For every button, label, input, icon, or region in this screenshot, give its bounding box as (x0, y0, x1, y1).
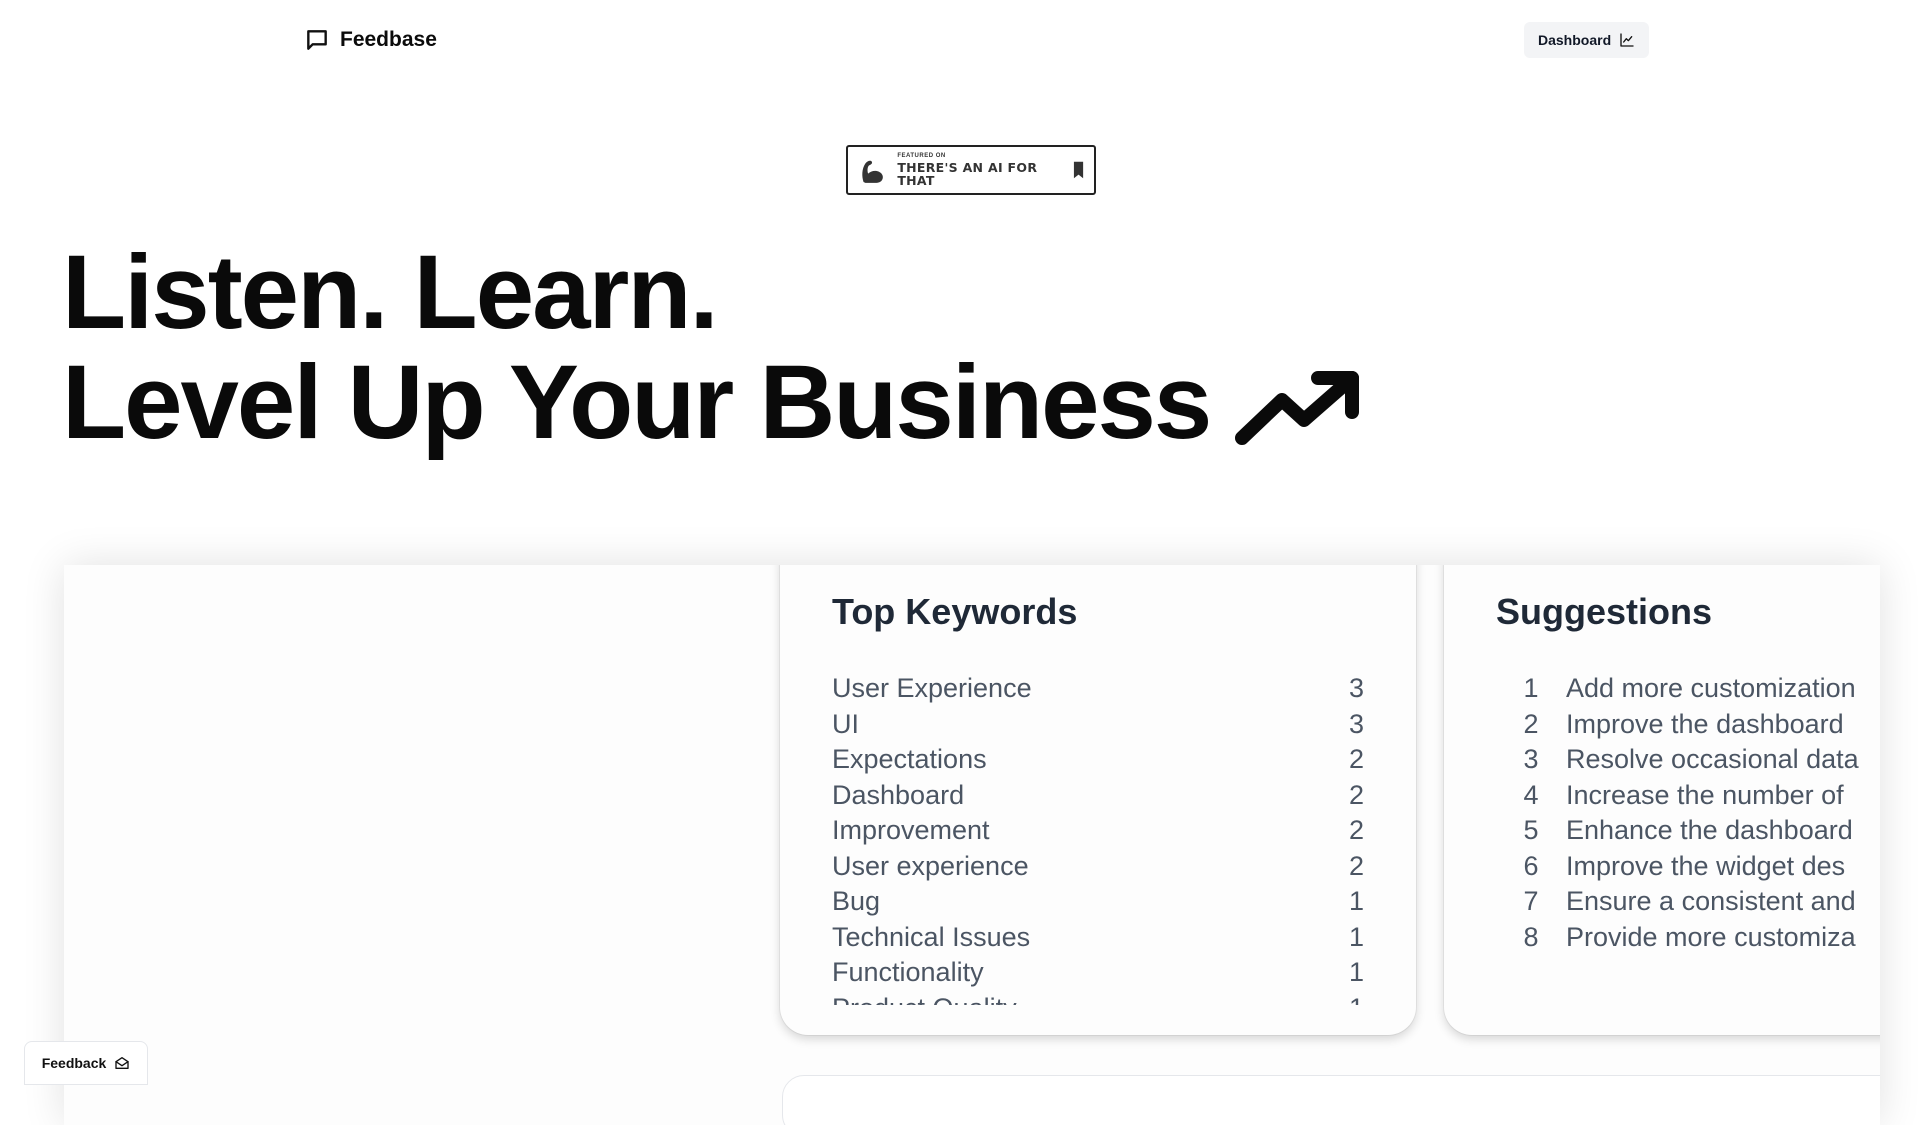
dashboard-button-label: Dashboard (1538, 32, 1612, 48)
keyword-label: Technical Issues (832, 921, 1031, 952)
suggestion-row: 3 Resolve occasional data (1496, 742, 1880, 778)
mail-open-icon (115, 1057, 129, 1069)
product-preview: Top Keywords User Experience 3 UI 3 Expect… (64, 565, 1880, 1125)
suggestion-row: 8 Provide more customiza (1496, 920, 1880, 956)
keyword-row: User experience 2 (832, 849, 1364, 885)
hero-line-2-wrap: Level Up Your Business (62, 348, 1364, 458)
keyword-label: User experience (832, 850, 1029, 881)
line-chart-icon (1620, 33, 1634, 47)
keyword-list: User Experience 3 UI 3 Expectations 2 Dashb… (832, 671, 1364, 1005)
keyword-count: 1 (1348, 921, 1364, 952)
feedback-tab[interactable]: Feedback (24, 1041, 148, 1085)
badge-big-text: THERE'S AN AI FOR THAT (897, 160, 1038, 188)
keyword-label: User Experience (832, 673, 1032, 703)
suggestion-number: 3 (1523, 744, 1539, 774)
keyword-row: Technical Issues 1 (832, 920, 1364, 956)
keyword-row: UI 3 (832, 707, 1364, 743)
suggestions-title: Suggestions (1496, 591, 1713, 632)
keyword-row: Bug 1 (832, 884, 1364, 920)
keyword-row: Dashboard 2 (832, 778, 1364, 814)
suggestions-card: Suggestions 1 Add more customization 2 Imp… (1444, 565, 1880, 1035)
keyword-label: UI (832, 708, 859, 739)
featured-badge[interactable]: FEATURED ON THERE'S AN AI FOR THAT (846, 145, 1096, 195)
keyword-label: Improvement (832, 815, 990, 845)
keyword-count: 3 (1348, 673, 1364, 703)
top-keywords-card: Top Keywords User Experience 3 UI 3 Expect… (780, 565, 1416, 1035)
brand-logo[interactable]: Feedbase (304, 27, 437, 53)
suggestion-text: Ensure a consistent and (1566, 886, 1856, 916)
suggestion-list: 1 Add more customization 2 Improve the das… (1496, 671, 1880, 975)
keyword-count: 2 (1348, 850, 1364, 881)
suggestion-row: 5 Enhance the dashboard (1496, 813, 1880, 849)
suggestion-row: 1 Add more customization (1496, 671, 1880, 707)
feedback-tab-label: Feedback (41, 1055, 107, 1071)
hero-line-1: Listen. Learn. (62, 234, 719, 351)
suggestion-number: 2 (1523, 708, 1539, 739)
trending-up-icon (1235, 371, 1360, 445)
suggestion-number: 5 (1523, 815, 1539, 845)
keyword-count: 2 (1348, 815, 1364, 845)
lower-preview-card (782, 1075, 1880, 1125)
keyword-count: 1 (1348, 886, 1364, 916)
suggestion-text: Enhance the dashboard (1566, 815, 1853, 845)
keyword-count: 1 (1334, 991, 1364, 1006)
suggestion-row: 6 Improve the widget des (1496, 849, 1880, 885)
keyword-count: 2 (1348, 744, 1364, 774)
keyword-row: Improvement 2 (832, 813, 1364, 849)
hero-line-2: Level Up Your Business (62, 344, 1212, 461)
flexed-arm-icon (862, 160, 883, 183)
chat-bubble-icon (307, 30, 327, 50)
top-keywords-title: Top Keywords (832, 591, 1078, 632)
keyword-count: 3 (1348, 708, 1364, 739)
keyword-label: Dashboard (832, 779, 965, 810)
brand-name: Feedbase (340, 28, 437, 51)
bookmark-icon (1073, 161, 1084, 179)
suggestion-text: Improve the widget des (1566, 850, 1846, 881)
top-nav: Feedbase Dashboard (0, 0, 1920, 80)
keyword-count: 1 (1348, 957, 1364, 987)
keyword-row: Expectations 2 (832, 742, 1364, 778)
keyword-count: 2 (1348, 779, 1364, 810)
suggestion-number: 4 (1523, 779, 1539, 810)
keyword-row: User Experience 3 (832, 671, 1364, 707)
suggestion-number: 8 (1523, 921, 1539, 952)
suggestion-number: 1 (1523, 673, 1539, 703)
suggestion-text: Add more customization (1566, 673, 1856, 703)
hero-headline: Listen. Learn. Level Up Your Business (62, 238, 1364, 458)
suggestion-row: 4 Increase the number of (1496, 778, 1880, 814)
keyword-label: Expectations (832, 744, 987, 774)
suggestion-row: 2 Improve the dashboard (1496, 707, 1880, 743)
suggestion-text: Improve the dashboard (1566, 708, 1844, 739)
suggestion-text: Resolve occasional data (1566, 744, 1859, 774)
keyword-row: Product Quality 1 (832, 991, 1364, 1006)
keyword-row: Functionality 1 (832, 955, 1364, 991)
suggestion-number: 6 (1523, 850, 1539, 881)
keyword-label: Functionality (832, 957, 984, 987)
badge-small-text: FEATURED ON (897, 153, 946, 159)
dashboard-button[interactable]: Dashboard (1524, 22, 1650, 58)
keyword-label: Bug (832, 886, 881, 916)
suggestion-text: Provide more customiza (1566, 921, 1856, 952)
suggestion-number: 7 (1523, 886, 1539, 916)
suggestion-row: 7 Ensure a consistent and (1496, 884, 1880, 920)
suggestion-text: Increase the number of (1566, 779, 1844, 810)
keyword-label: Product Quality (832, 991, 1017, 1006)
